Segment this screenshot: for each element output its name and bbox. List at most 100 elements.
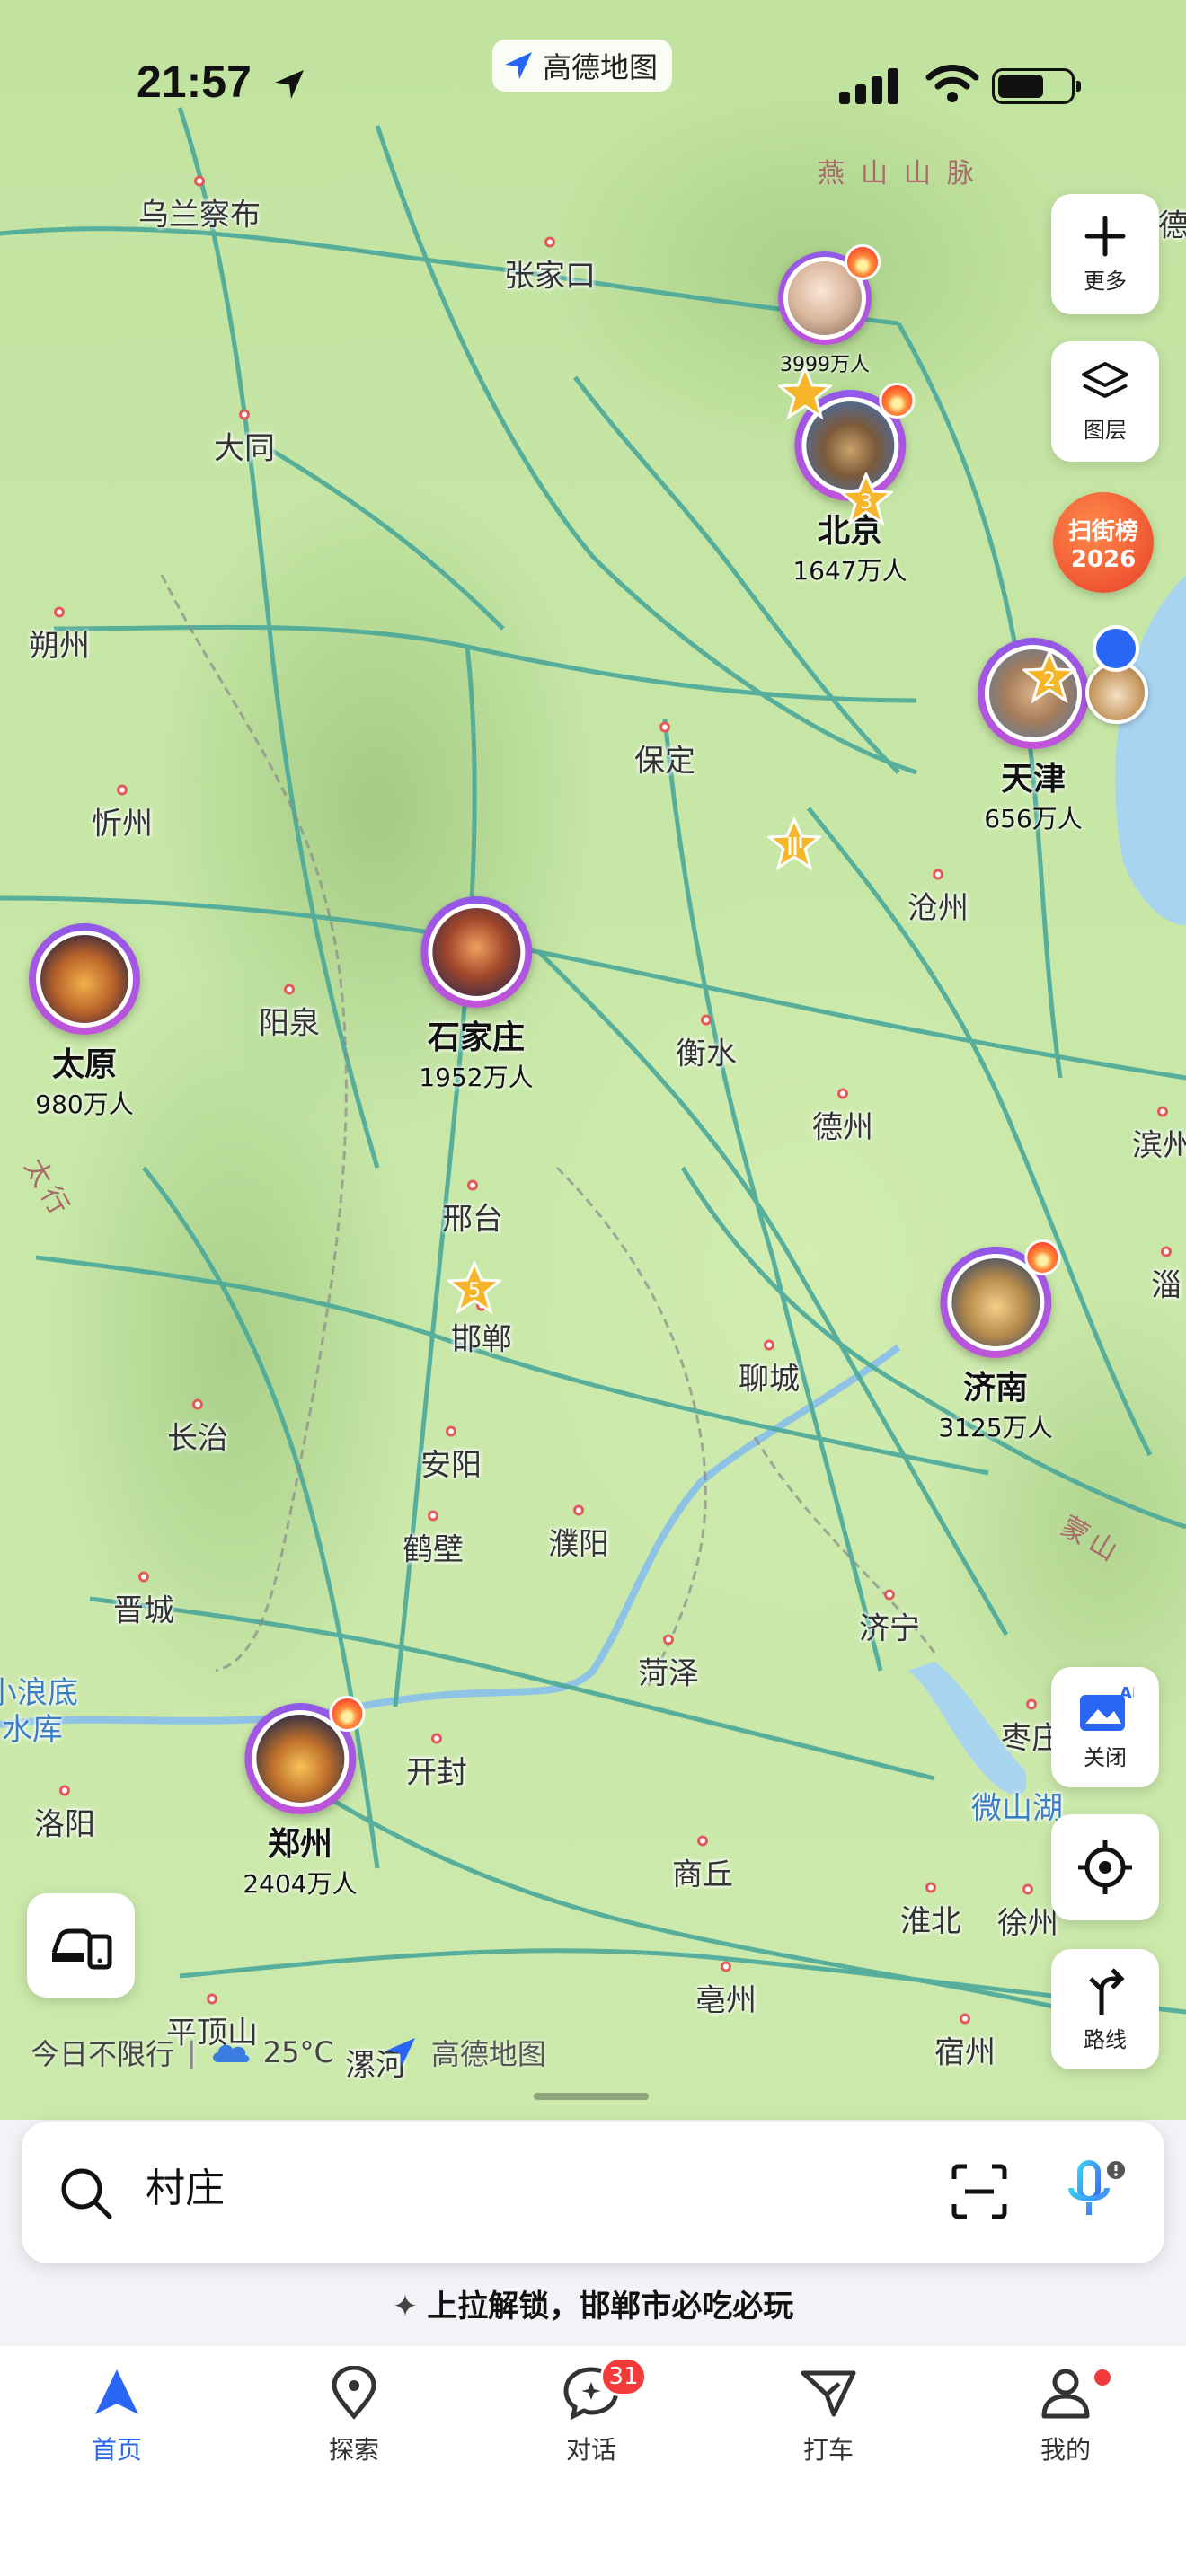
city-label[interactable]: 邢台 [442,1179,503,1239]
food-star-icon[interactable] [778,366,832,420]
route-button[interactable]: 路线 [1051,1949,1159,2069]
weather-temperature: 25°C [262,2035,334,2069]
city-label[interactable]: 忻州 [92,784,153,843]
search-input[interactable] [146,2161,774,2207]
city-label[interactable]: 沧州 [907,869,969,928]
food-star-icon[interactable] [767,817,821,871]
user-icon [1041,2369,1090,2419]
city-label[interactable]: 开封 [406,1733,467,1792]
route-arrow-icon [1089,1967,1125,2015]
sheet-drag-handle[interactable] [534,2093,649,2100]
city-label[interactable]: 张家口 [504,236,596,296]
city-label[interactable]: 阳泉 [259,984,320,1043]
city-label[interactable]: 保定 [634,721,695,781]
tab-bar: 首页 探索 31 对话 打车 我的 [0,2346,1186,2576]
route-label: 路线 [1084,2026,1127,2052]
city-label[interactable]: 鹤壁 [403,1510,464,1569]
cellular-signal-icon [839,68,898,104]
city-label[interactable]: 大同 [214,409,275,468]
fire-icon [878,383,915,419]
city-label[interactable]: 宿州 [934,2013,996,2072]
promo-text: 上拉解锁，邯郸市必吃必玩 [427,2289,794,2325]
city-label[interactable]: 乌兰察布 [138,175,261,234]
location-arrow-icon [275,70,304,99]
map-pin-icon [332,2365,376,2420]
city-label[interactable]: 衡水 [676,1014,737,1073]
amap-logo-icon [505,52,532,79]
city-label[interactable]: 长治 [167,1398,228,1458]
ar-icon: AR [1080,1684,1134,1731]
hot-city-shijiazhuang[interactable]: 石家庄 1952万人 [419,896,534,1094]
chat-unread-badge: 31 [600,2357,647,2396]
hot-city-taiyuan[interactable]: 太原 980万人 [29,923,140,1121]
street-rank-badge[interactable]: 扫街榜 2026 [1053,492,1154,593]
city-label[interactable]: 菏泽 [638,1634,699,1693]
city-label[interactable]: 安阳 [420,1425,482,1485]
rank-star-icon: 3 [839,472,893,526]
tab-profile[interactable]: 我的 [985,2366,1146,2466]
rank-star-icon: 2 [1022,650,1076,704]
city-label[interactable]: 亳州 [695,1961,757,2020]
amap-logo-icon [385,2038,415,2067]
hot-city-zhengzhou[interactable]: 郑州 2404万人 [243,1696,365,1901]
tab-taxi-label: 打车 [802,2435,854,2465]
city-label[interactable]: 淄 [1151,1246,1182,1305]
sparkle-icon: ✦ [392,2289,419,2325]
battery-icon [992,68,1081,104]
fire-icon [845,244,881,280]
map-brand-label: 高德地图 [430,2037,546,2071]
svg-text:2: 2 [1043,669,1056,692]
city-label[interactable]: 济宁 [859,1589,920,1648]
city-label[interactable]: 淮北 [900,1882,961,1941]
mountain-label-yanshan: 燕山山脉 [818,158,990,190]
hot-city-jinan[interactable]: 济南 3125万人 [938,1239,1060,1444]
city-label[interactable]: 濮阳 [548,1504,609,1564]
fire-icon [328,1696,365,1732]
plus-icon [1084,216,1126,256]
lake-label-xiaolangdi: 小浪底 水库 [0,1675,78,1748]
taxi-arrow-icon [801,2370,856,2417]
fire-icon [1023,1239,1060,1275]
ar-label: 关闭 [1084,1744,1127,1770]
city-label[interactable]: 徐州 [997,1883,1058,1943]
app-badge-label: 高德地图 [543,50,659,84]
crosshair-icon [1078,1840,1132,1894]
city-label[interactable]: 晋城 [113,1571,174,1630]
rank-star-icon[interactable]: 5 [447,1261,501,1315]
voice-mic-icon[interactable] [1060,2157,1128,2226]
locate-me-button[interactable] [1051,1814,1159,1920]
tab-explore[interactable]: 探索 [273,2365,435,2466]
tab-home[interactable]: 首页 [36,2366,198,2466]
tab-chat[interactable]: 31 对话 [510,2357,672,2466]
layers-icon [1082,361,1128,398]
svg-text:AR: AR [1120,1684,1134,1703]
search-bar[interactable] [22,2122,1164,2263]
promo-banner[interactable]: ✦ 上拉解锁，邯郸市必吃必玩 [0,2281,1186,2325]
map-info-line: 今日不限行 | 25°C 高德地图 [31,2032,546,2073]
city-label[interactable]: 德 [1158,201,1186,245]
car-phone-button[interactable] [27,1893,135,1998]
tab-profile-label: 我的 [1040,2435,1091,2465]
city-label[interactable]: 滨州 [1132,1106,1186,1165]
more-button[interactable]: 更多 [1051,194,1159,314]
navigation-badge-icon [1093,625,1139,672]
rank-badge-year: 2026 [1070,545,1137,573]
ar-button[interactable]: AR 关闭 [1051,1667,1159,1787]
tab-taxi[interactable]: 打车 [748,2366,909,2466]
lake-label-weishanhu: 微山湖 [971,1790,1063,1827]
navigation-arrow-icon [95,2369,138,2414]
hot-spot-user-post[interactable]: 3999万人 [778,244,881,377]
wifi-icon [925,65,979,102]
city-label[interactable]: 商丘 [672,1835,733,1894]
layers-button[interactable]: 图层 [1051,341,1159,462]
svg-text:5: 5 [468,1280,481,1302]
cloud-icon [212,2044,250,2062]
scan-icon[interactable] [951,2163,1008,2220]
city-label[interactable]: 聊城 [739,1339,800,1398]
city-label[interactable]: 朔州 [29,606,90,666]
map-view[interactable]: 燕山山脉 太行 蒙山 乌兰察布 张家口 大同 朔州 忻州 保定 沧州 阳泉 衡水… [0,0,1186,2120]
city-label[interactable]: 德州 [812,1088,873,1147]
app-badge[interactable]: 高德地图 [492,40,673,92]
tab-explore-label: 探索 [328,2435,379,2465]
city-label[interactable]: 洛阳 [34,1785,95,1844]
